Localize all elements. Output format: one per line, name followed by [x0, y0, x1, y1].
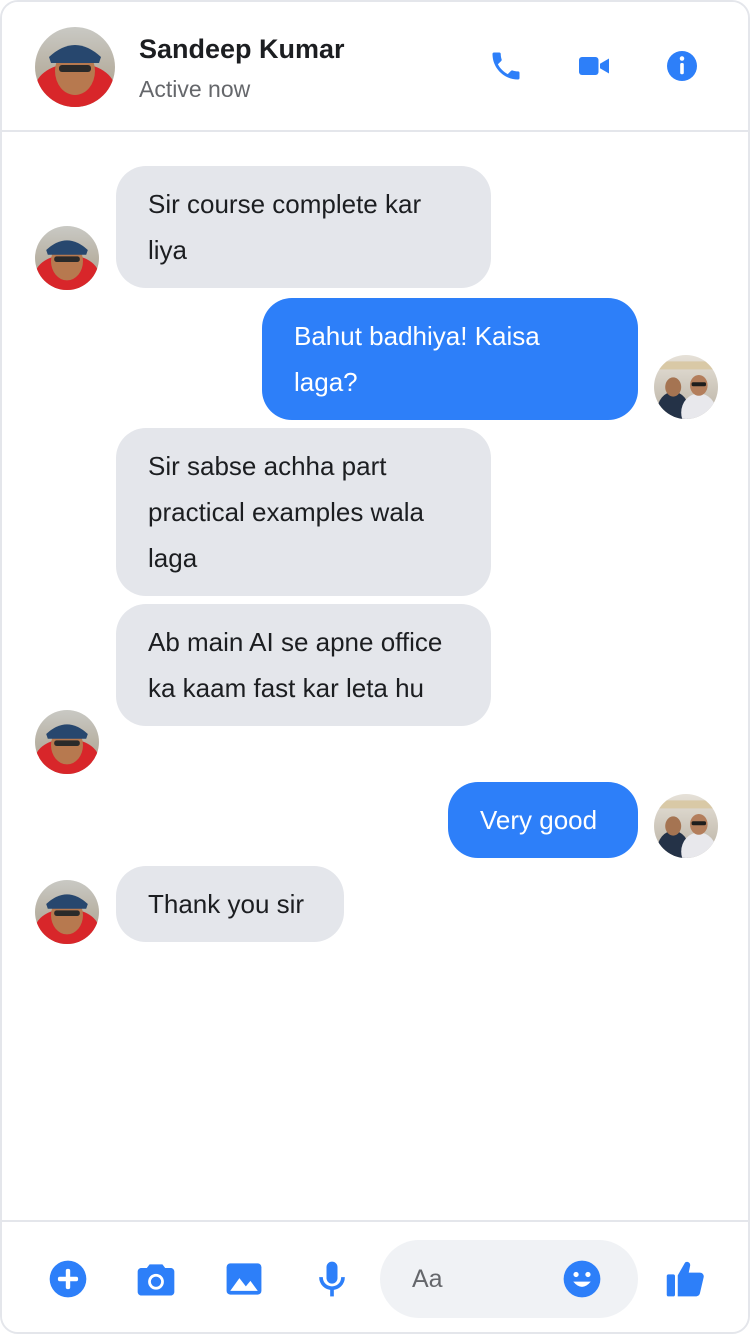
message-composer [2, 1220, 748, 1332]
thumbs-up-icon[interactable] [664, 1257, 708, 1301]
chat-header: Sandeep Kumar Active now [2, 2, 748, 132]
message-incoming[interactable]: Ab main AI se apne office ka kaam fast k… [116, 604, 491, 726]
contact-avatar[interactable] [35, 27, 115, 107]
contact-name: Sandeep Kumar [139, 34, 345, 64]
message-incoming[interactable]: Sir sabse achha part practical examples … [116, 428, 491, 596]
user-avatar-small [654, 355, 718, 419]
message-incoming[interactable]: Sir course complete kar liya [116, 166, 491, 288]
phone-icon[interactable] [486, 46, 526, 86]
smile-emoji-icon[interactable] [561, 1258, 603, 1300]
message-input[interactable] [412, 1260, 562, 1298]
contact-avatar-small [35, 710, 99, 774]
message-incoming[interactable]: Thank you sir [116, 866, 344, 942]
chat-window: Sandeep Kumar Active now Sir course comp… [0, 0, 750, 1334]
info-icon[interactable] [662, 46, 702, 86]
video-camera-icon[interactable] [574, 46, 614, 86]
camera-icon[interactable] [134, 1257, 178, 1301]
user-avatar-small [654, 794, 718, 858]
message-input-container [380, 1240, 638, 1318]
plus-circle-icon[interactable] [46, 1257, 90, 1301]
image-icon[interactable] [222, 1257, 266, 1301]
message-outgoing[interactable]: Very good [448, 782, 638, 858]
message-outgoing[interactable]: Bahut badhiya! Kaisa laga? [262, 298, 638, 420]
contact-avatar-small [35, 880, 99, 944]
presence-status: Active now [139, 76, 251, 102]
contact-avatar-small [35, 226, 99, 290]
microphone-icon[interactable] [310, 1257, 354, 1301]
message-list: Sir course complete kar liya Bahut badhi… [2, 134, 748, 1220]
